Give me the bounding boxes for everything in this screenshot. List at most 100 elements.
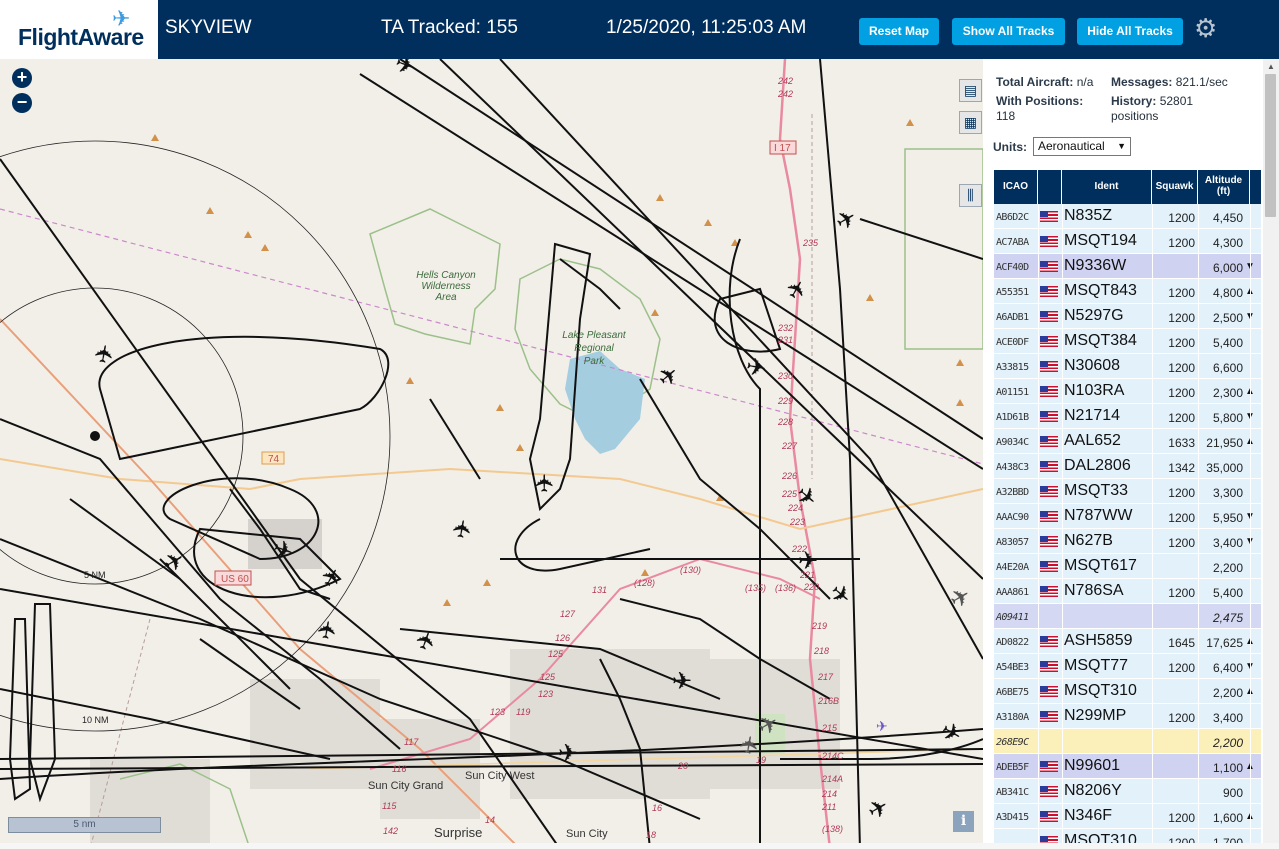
map-layers-icon[interactable]: ▤ xyxy=(959,79,982,102)
aircraft-icon: ✈ xyxy=(652,360,685,394)
table-row[interactable]: A6ADB1N5297G12002,500▼ xyxy=(994,304,1261,329)
squawk-cell: 1200 xyxy=(1168,586,1195,600)
column-altitude[interactable]: Altitude (ft) xyxy=(1198,170,1250,204)
column-divider xyxy=(1152,379,1153,404)
svg-text:117: 117 xyxy=(404,737,419,747)
table-row[interactable]: ADEB5FN996011,100▲ xyxy=(994,754,1261,779)
table-row[interactable]: A1D61BN2171412005,800▼ xyxy=(994,404,1261,429)
svg-text:225: 225 xyxy=(781,489,798,499)
icao-cell: A09411 xyxy=(996,612,1029,623)
column-extra[interactable] xyxy=(1250,170,1261,204)
svg-text:16: 16 xyxy=(652,803,662,813)
column-divider xyxy=(1250,504,1251,529)
ident-cell: N835Z xyxy=(1064,207,1113,224)
svg-text:226: 226 xyxy=(781,471,797,481)
table-row[interactable]: A3D415N346F12001,600▲ xyxy=(994,804,1261,829)
table-row[interactable]: AAAC90N787WW12005,950▼ xyxy=(994,504,1261,529)
altitude-cell: 2,200 xyxy=(1212,686,1243,700)
label-10nm: 10 NM xyxy=(82,715,109,725)
table-row[interactable]: A438C3 DAL2806 1342 35,000 xyxy=(994,454,1261,479)
column-divider xyxy=(1250,329,1251,354)
altitude-cell: 35,000 xyxy=(1206,461,1243,475)
units-select[interactable]: Aeronautical ▼ xyxy=(1033,137,1131,156)
icao-cell: A33815 xyxy=(996,362,1029,373)
column-divider xyxy=(1250,254,1251,279)
positions-value: 118 xyxy=(996,109,1016,123)
label-hells-canyon-2: Wilderness xyxy=(421,281,470,292)
icao-cell: A6BE75 xyxy=(996,687,1029,698)
table-row[interactable]: ACF40DN9336W6,000▼ xyxy=(994,254,1261,279)
column-squawk[interactable]: Squawk xyxy=(1152,170,1198,204)
aircraft-icon: ✈ xyxy=(532,473,559,493)
column-divider xyxy=(1038,354,1039,379)
hide-all-tracks-button[interactable]: Hide All Tracks xyxy=(1077,18,1183,45)
svg-text:127: 127 xyxy=(560,609,576,619)
map-view[interactable]: ✈ ✈ ✈ ✈ ✈ ✈ ✈ ✈ ✈ ✈ ✈ ✈ ✈ ✈ ✈ ✈ ✈ ✈ ✈ ✈ … xyxy=(0,59,983,849)
altitude-cell: 5,400 xyxy=(1212,586,1243,600)
settings-gear-icon[interactable]: ⚙ xyxy=(1194,14,1217,42)
column-divider xyxy=(1198,504,1199,529)
table-row[interactable]: A55351MSQT84312004,800▲ xyxy=(994,279,1261,304)
scroll-up-icon[interactable]: ▲ xyxy=(1267,62,1275,71)
history-value: 52801 xyxy=(1159,94,1194,108)
columns-icon[interactable]: ⫼ xyxy=(959,184,982,207)
scroll-thumb[interactable] xyxy=(1265,74,1276,217)
table-row[interactable]: A32BBD MSQT33 1200 3,300 xyxy=(994,479,1261,504)
label-surprise: Surprise xyxy=(434,825,482,840)
us-flag-icon xyxy=(1040,261,1058,272)
icao-cell: A3D415 xyxy=(996,812,1029,823)
table-row[interactable]: AC7ABA MSQT194 1200 4,300 xyxy=(994,229,1261,254)
table-row[interactable]: A54BE3MSQT7712006,400▼ xyxy=(994,654,1261,679)
table-row[interactable]: ACE0DF MSQT384 1200 5,400 xyxy=(994,329,1261,354)
column-divider xyxy=(1038,304,1039,329)
table-row[interactable]: A01151N103RA12002,300▲ xyxy=(994,379,1261,404)
column-icao[interactable]: ICAO xyxy=(994,170,1038,204)
table-row[interactable]: A4E20A MSQT617 2,200 xyxy=(994,554,1261,579)
svg-text:119: 119 xyxy=(516,707,530,717)
table-row[interactable]: A9034CAAL652163321,950▲ xyxy=(994,429,1261,454)
reset-map-button[interactable]: Reset Map xyxy=(859,18,939,45)
table-row[interactable]: AAA861 N786SA 1200 5,400 xyxy=(994,579,1261,604)
table-row[interactable]: AB6D2C N835Z 1200 4,450 xyxy=(994,204,1261,229)
aircraft-icon: ✈ xyxy=(781,274,814,305)
zoom-out-button[interactable]: − xyxy=(12,93,32,113)
column-divider xyxy=(1250,354,1251,379)
icao-cell: A4E20A xyxy=(996,562,1029,573)
ident-cell: MSQT194 xyxy=(1064,232,1137,249)
ident-cell: N30608 xyxy=(1064,357,1121,374)
column-divider xyxy=(1198,254,1199,279)
svg-text:227: 227 xyxy=(781,441,798,451)
column-ident[interactable]: Ident xyxy=(1062,170,1152,204)
column-flag[interactable] xyxy=(1038,170,1062,204)
table-row[interactable]: AD0822ASH5859164517,625▲ xyxy=(994,629,1261,654)
table-row[interactable]: AB341C N8206Y 900 xyxy=(994,779,1261,804)
squawk-cell: 1633 xyxy=(1168,436,1195,450)
table-row[interactable]: A6BE75MSQT3102,200▲ xyxy=(994,679,1261,704)
column-divider xyxy=(1152,779,1153,804)
app-name: SKYVIEW xyxy=(165,17,252,38)
table-row[interactable]: A3180A N299MP 1200 3,400 xyxy=(994,704,1261,729)
us-flag-icon xyxy=(1040,711,1058,722)
column-divider xyxy=(1250,429,1251,454)
map-canvas[interactable]: ✈ ✈ ✈ ✈ ✈ ✈ ✈ ✈ ✈ ✈ ✈ ✈ ✈ ✈ ✈ ✈ ✈ ✈ ✈ ✈ … xyxy=(0,59,983,849)
table-row[interactable]: A33815 N30608 1200 6,600 xyxy=(994,354,1261,379)
column-divider xyxy=(1152,579,1153,604)
column-altitude-label: Altitude xyxy=(1204,175,1243,186)
svg-text:(136): (136) xyxy=(775,583,796,593)
table-row[interactable]: A09411 2,475 xyxy=(994,604,1261,629)
table-row[interactable]: A83057N627B12003,400▼ xyxy=(994,529,1261,554)
scrollbar[interactable]: ▲ xyxy=(1263,59,1279,849)
messages-label: Messages: xyxy=(1111,75,1173,89)
units-value: Aeronautical xyxy=(1038,139,1105,153)
table-row[interactable]: 268E9C 2,200 xyxy=(994,729,1261,754)
zoom-in-button[interactable]: + xyxy=(12,68,32,88)
column-divider xyxy=(1198,304,1199,329)
column-divider xyxy=(1038,704,1039,729)
svg-text:229: 229 xyxy=(777,396,793,406)
logo[interactable]: FlightAware ✈ xyxy=(0,0,158,59)
column-divider xyxy=(1250,529,1251,554)
us-flag-icon xyxy=(1040,536,1058,547)
info-icon[interactable]: i xyxy=(953,811,974,832)
show-all-tracks-button[interactable]: Show All Tracks xyxy=(952,18,1065,45)
grid-icon[interactable]: ▦ xyxy=(959,111,982,134)
